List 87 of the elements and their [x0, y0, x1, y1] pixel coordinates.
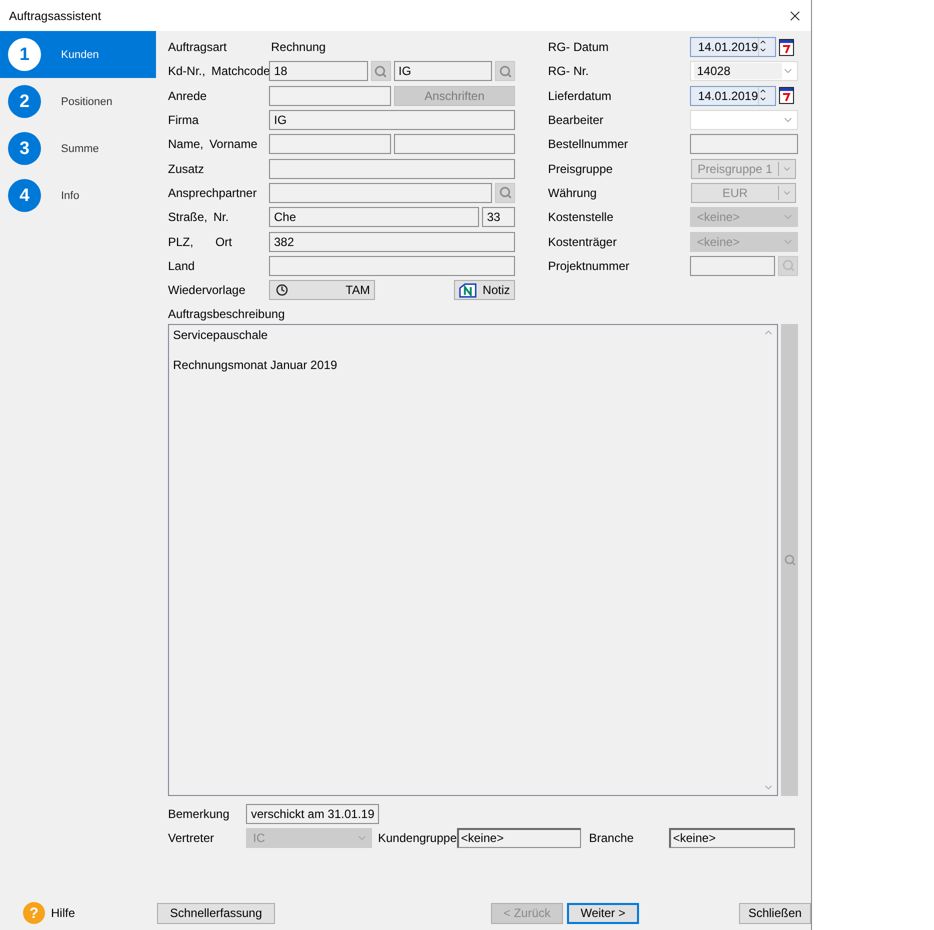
- field-label: Name,: [168, 137, 204, 152]
- section-label: Auftragsbeschreibung: [168, 307, 286, 322]
- input-field[interactable]: IG: [394, 61, 492, 82]
- calendar-icon[interactable]: [779, 87, 794, 104]
- input-field[interactable]: [690, 256, 775, 276]
- step-label: Positionen: [61, 96, 112, 108]
- step-number: 3: [8, 132, 41, 165]
- help-link[interactable]: Hilfe: [51, 906, 76, 920]
- search-icon: [374, 64, 387, 78]
- field-label: Land: [168, 258, 195, 273]
- description-field[interactable]: Servicepauschale Rechnungsmonat Januar 2019: [168, 324, 778, 796]
- field-label: Preisgruppe: [548, 162, 613, 176]
- search-button[interactable]: [495, 182, 515, 203]
- field-label: Vertreter: [168, 830, 214, 844]
- follow-up-value: TAM: [346, 283, 370, 298]
- field-value: Rechnung: [270, 40, 326, 54]
- field-label: Währung: [548, 186, 597, 200]
- input-field[interactable]: Che: [269, 207, 479, 228]
- field-label: Vorname: [209, 137, 258, 152]
- date-field[interactable]: 14.01.2019: [690, 37, 776, 58]
- input-field[interactable]: [690, 134, 798, 154]
- input-field[interactable]: IG: [269, 110, 515, 130]
- description-line: Servicepauschale: [173, 328, 269, 344]
- note-button[interactable]: Notiz: [454, 280, 515, 300]
- dropdown[interactable]: 14028: [690, 61, 798, 82]
- wizard-step[interactable]: 4 Info: [0, 172, 156, 219]
- field-label: Firma: [168, 113, 199, 128]
- wizard-step[interactable]: 3 Summe: [0, 125, 156, 172]
- follow-up-button[interactable]: TAM: [269, 280, 375, 300]
- input-field[interactable]: <keine>: [457, 828, 581, 848]
- input-field[interactable]: 33: [482, 207, 515, 228]
- field-label: Lieferdatum: [548, 88, 612, 103]
- input-field[interactable]: verschickt am 31.01.19: [246, 804, 380, 824]
- dialog-button[interactable]: Weiter >: [567, 902, 639, 924]
- field-label: Nr.: [213, 210, 229, 224]
- wizard-step[interactable]: 1 Kunden: [0, 31, 156, 78]
- window-title: Auftragsassistent: [9, 8, 102, 22]
- input-field[interactable]: [269, 256, 515, 276]
- search-icon: [784, 554, 796, 566]
- search-icon: [782, 259, 794, 272]
- field-label: Kundengruppe: [378, 830, 457, 844]
- calendar-icon[interactable]: [779, 38, 794, 56]
- field-label: RG- Nr.: [548, 64, 589, 78]
- wizard-step[interactable]: 2 Positionen: [0, 78, 156, 125]
- field-label: Kostenstelle: [548, 210, 614, 224]
- step-number: 2: [8, 85, 41, 118]
- field-label: Bearbeiter: [548, 113, 604, 128]
- step-label: Info: [61, 190, 80, 202]
- input-field[interactable]: [394, 134, 515, 154]
- dialog-button[interactable]: Schließen: [739, 902, 811, 924]
- field-label: Anrede: [168, 88, 207, 103]
- input-field[interactable]: 18: [269, 61, 368, 82]
- field-label: Bestellnummer: [548, 137, 628, 152]
- search-button[interactable]: [495, 61, 515, 82]
- field-label: Zusatz: [168, 162, 204, 176]
- field-label: Projektnummer: [548, 258, 630, 273]
- field-label: Kostenträger: [548, 234, 617, 249]
- date-field[interactable]: 14.01.2019: [690, 86, 776, 106]
- field-label: Matchcode: [211, 64, 270, 78]
- input-field[interactable]: [269, 134, 390, 154]
- step-label: Kunden: [61, 48, 99, 60]
- step-number: 1: [8, 38, 41, 71]
- field-label: Ansprechpartner: [168, 186, 257, 200]
- input-field[interactable]: [269, 86, 391, 106]
- dialog-button[interactable]: Schnellerfassung: [157, 902, 275, 924]
- step-label: Summe: [61, 142, 99, 154]
- field-label: Auftragsart: [168, 40, 227, 54]
- description-line: Rechnungsmonat Januar 2019: [173, 358, 338, 374]
- field-label: PLZ,: [168, 234, 194, 249]
- field-label: RG- Datum: [548, 40, 609, 54]
- field-label: Ort: [215, 234, 232, 249]
- field-label: Bemerkung: [168, 806, 230, 820]
- field-label: Kd-Nr.,: [168, 64, 206, 78]
- field-label: Wiedervorlage: [168, 283, 246, 298]
- clock-icon: [276, 284, 288, 296]
- search-icon: [498, 64, 512, 78]
- input-field[interactable]: [269, 158, 515, 179]
- step-number: 4: [8, 179, 41, 212]
- search-icon: [498, 186, 512, 200]
- search-button[interactable]: [778, 256, 798, 276]
- input-field[interactable]: 382: [269, 232, 515, 252]
- note-icon: [459, 282, 477, 298]
- field-label: Branche: [589, 830, 635, 844]
- input-field[interactable]: [269, 182, 492, 203]
- field-label: Straße,: [168, 210, 208, 224]
- input-field[interactable]: <keine>: [669, 828, 795, 848]
- search-button[interactable]: [370, 61, 390, 82]
